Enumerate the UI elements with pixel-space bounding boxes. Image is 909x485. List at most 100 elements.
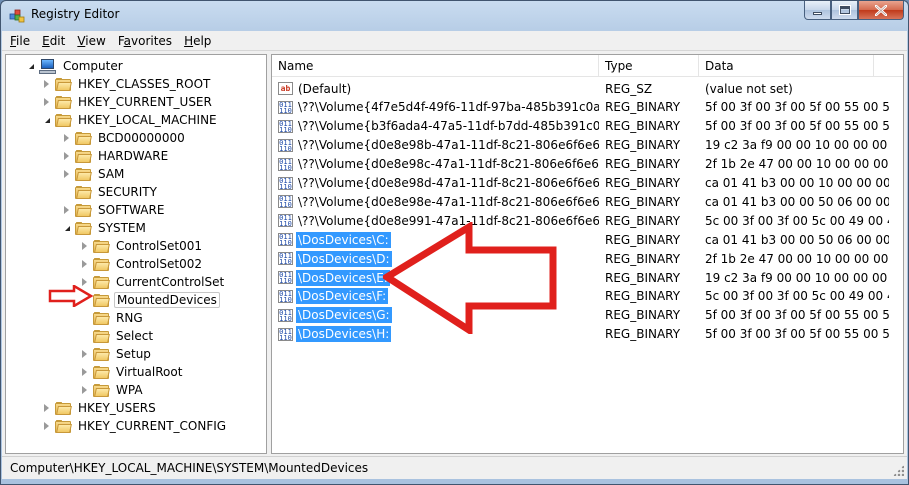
folder-icon (75, 149, 92, 163)
binary-value-icon: 011 110 (278, 252, 293, 266)
value-row[interactable]: 011 110 \DosDevices\G: REG_BINARY 5f 00 3f 0… (272, 306, 903, 325)
tree-node[interactable]: SOFTWARE (62, 201, 166, 219)
folder-icon (93, 365, 110, 379)
tree-node-label: HKEY_CURRENT_USER (78, 95, 212, 109)
close-icon (875, 4, 887, 16)
tree-node-label: VirtualRoot (116, 365, 183, 379)
tree-node[interactable]: WPA (80, 381, 145, 399)
tree-node[interactable]: HKEY_CURRENT_USER (42, 93, 214, 111)
value-row[interactable]: 011 110 \DosDevices\F: REG_BINARY 5c 00 3f 0… (272, 287, 903, 306)
value-list[interactable]: Name Type Data ab (Default) REG_SZ (value n… (271, 54, 904, 454)
value-row[interactable]: 011 110 \??\Volume{d0e8e98b-47a1-11df-8c21… (272, 136, 903, 155)
collapsed-triangle-icon[interactable] (42, 399, 51, 417)
collapsed-triangle-icon[interactable] (80, 255, 89, 273)
tree-node-label: ControlSet001 (116, 239, 202, 253)
value-row[interactable]: 011 110 \??\Volume{d0e8e98e-47a1-11df-8c21… (272, 192, 903, 211)
close-button[interactable] (858, 1, 904, 20)
value-type: REG_SZ (605, 81, 653, 96)
expanded-triangle-icon[interactable] (26, 57, 35, 75)
collapsed-triangle-icon[interactable] (42, 93, 51, 111)
tree-node[interactable]: SAM (62, 165, 126, 183)
menu-help[interactable]: Help (178, 31, 217, 51)
menu-favorites[interactable]: Favorites (112, 31, 178, 51)
folder-icon (93, 311, 110, 325)
maximize-icon (838, 5, 851, 15)
tree-node[interactable]: ControlSet002 (80, 255, 204, 273)
folder-icon (55, 77, 72, 91)
column-header: Name Type Data (272, 55, 903, 77)
value-name-cell: 011 110 \??\Volume{d0e8e98e-47a1-11df-8c21… (272, 194, 599, 210)
collapsed-triangle-icon[interactable] (62, 201, 71, 219)
tree-node-label: SOFTWARE (98, 203, 165, 217)
value-row[interactable]: 011 110 \??\Volume{b3f6ada4-47a5-11df-b7dd… (272, 117, 903, 136)
collapsed-triangle-icon[interactable] (42, 417, 51, 435)
folder-icon (93, 329, 110, 343)
tree-node[interactable]: HKEY_USERS (42, 399, 158, 417)
tree-node[interactable]: SYSTEM (62, 219, 148, 237)
value-data: 2f 1b 2e 47 00 00 10 00 00 00 00 ... (705, 157, 889, 172)
column-type[interactable]: Type (599, 55, 699, 77)
value-data: ca 01 41 b3 00 00 10 00 00 00 00 ... (705, 176, 889, 190)
minimize-button[interactable] (804, 1, 831, 20)
binary-value-icon: 011 110 (278, 100, 293, 114)
value-row[interactable]: 011 110 \??\Volume{d0e8e98d-47a1-11df-8c21… (272, 174, 903, 193)
collapsed-triangle-icon[interactable] (42, 75, 51, 93)
tree-node[interactable]: Computer (26, 57, 125, 75)
value-row[interactable]: ab (Default) REG_SZ (value not set) (272, 79, 903, 98)
menu-view[interactable]: View (71, 31, 111, 51)
tree-node[interactable]: HARDWARE (62, 147, 170, 165)
tree-node-label: Setup (116, 347, 151, 361)
folder-icon (93, 239, 110, 253)
collapsed-triangle-icon[interactable] (62, 147, 71, 165)
value-row[interactable]: 011 110 \??\Volume{4f7e5d4f-49f6-11df-97ba… (272, 98, 903, 117)
menu-file[interactable]: File (4, 31, 36, 51)
tree-node[interactable]: SECURITY (62, 183, 159, 201)
tree-node[interactable]: ControlSet001 (80, 237, 204, 255)
folder-icon (75, 221, 92, 235)
tree-node[interactable]: HKEY_CURRENT_CONFIG (42, 417, 228, 435)
value-name-cell: 011 110 \??\Volume{d0e8e98d-47a1-11df-8c21… (272, 175, 599, 191)
expanded-triangle-icon[interactable] (62, 219, 71, 237)
collapsed-triangle-icon[interactable] (62, 165, 71, 183)
column-name[interactable]: Name (272, 55, 599, 77)
menu-bar: File Edit View Favorites Help (2, 31, 907, 51)
tree-node[interactable]: Select (80, 327, 155, 345)
tree-node-label: Select (116, 329, 154, 343)
key-tree[interactable]: Computer HKEY_CLASSES_ROOT HKEY_CURRENT_US… (5, 54, 267, 454)
value-data: 19 c2 3a f9 00 00 10 00 00 00 00 ... (705, 138, 889, 153)
collapsed-triangle-icon[interactable] (80, 363, 89, 381)
value-row[interactable]: 011 110 \DosDevices\H: REG_BINARY 5f 00 3f 0… (272, 325, 903, 344)
tree-node[interactable]: MountedDevices (80, 291, 220, 309)
tree-node[interactable]: Setup (80, 345, 153, 363)
menu-edit[interactable]: Edit (36, 31, 71, 51)
value-row[interactable]: 011 110 \??\Volume{d0e8e98c-47a1-11df-8c21… (272, 155, 903, 174)
collapsed-triangle-icon[interactable] (80, 237, 89, 255)
binary-value-icon: 011 110 (278, 214, 293, 228)
column-data[interactable]: Data (699, 55, 874, 77)
title-bar[interactable]: Registry Editor (1, 1, 908, 31)
collapsed-triangle-icon[interactable] (62, 129, 71, 147)
expanded-triangle-icon[interactable] (42, 111, 51, 129)
value-data: 5f 00 3f 00 3f 00 5f 00 55 00 53 ... (705, 327, 889, 342)
resize-grip-icon[interactable] (893, 465, 904, 476)
tree-node[interactable]: HKEY_CLASSES_ROOT (42, 75, 212, 93)
tree-node[interactable]: VirtualRoot (80, 363, 184, 381)
tree-node-label: CurrentControlSet (116, 275, 225, 289)
tree-node[interactable]: CurrentControlSet (80, 273, 226, 291)
value-row[interactable]: 011 110 \DosDevices\E: REG_BINARY 19 c2 3a f… (272, 268, 903, 287)
value-row[interactable]: 011 110 \DosDevices\D: REG_BINARY 2f 1b 2e 4… (272, 249, 903, 268)
value-name: \??\Volume{d0e8e98e-47a1-11df-8c21-806e6… (298, 194, 599, 209)
binary-value-icon: 011 110 (278, 157, 293, 171)
value-row[interactable]: 011 110 \DosDevices\C: REG_BINARY ca 01 41 b… (272, 230, 903, 249)
collapsed-triangle-icon[interactable] (80, 345, 89, 363)
maximize-button[interactable] (831, 1, 858, 20)
collapsed-triangle-icon[interactable] (80, 381, 89, 399)
tree-node[interactable]: HKEY_LOCAL_MACHINE (42, 111, 219, 129)
tree-node-label: BCD00000000 (98, 131, 185, 145)
value-type: REG_BINARY (605, 232, 681, 247)
tree-node[interactable]: BCD00000000 (62, 129, 187, 147)
value-name-cell: ab (Default) (272, 81, 599, 97)
tree-node[interactable]: RNG (80, 309, 145, 327)
value-row[interactable]: 011 110 \??\Volume{d0e8e991-47a1-11df-8c21… (272, 211, 903, 230)
